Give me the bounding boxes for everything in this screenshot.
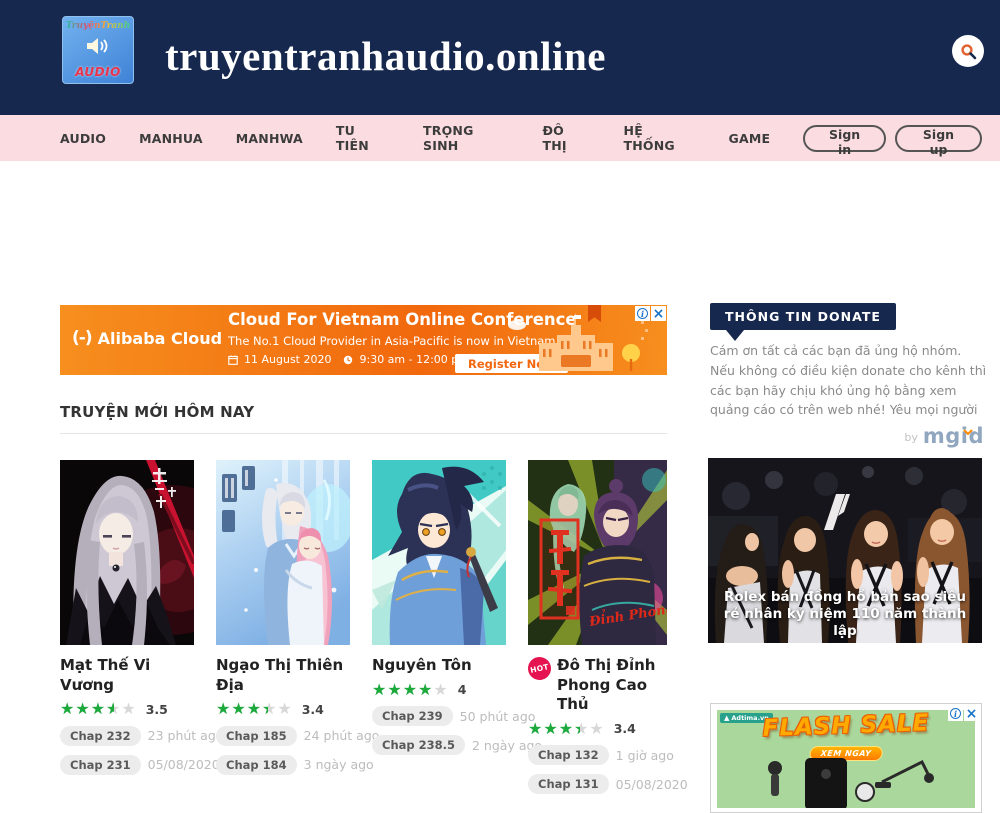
nav-item-audio[interactable]: AUDIO — [60, 131, 106, 146]
auth-buttons: Sign in Sign up — [803, 125, 982, 152]
comic-rating: ★★★★★★★★★★ 3.4 — [216, 701, 350, 717]
flash-ad-controls: i × — [948, 706, 979, 721]
rating-value: 3.5 — [146, 702, 168, 717]
comic-card: Mạt Thế Vi Vương ★★★★★★★★★★ 3.5 Chap 232… — [60, 460, 194, 775]
speaker-icon — [86, 37, 110, 59]
donate-text: Cám ơn tất cả các bạn đã ủng hộ nhóm. Nế… — [710, 341, 988, 420]
site-header: TruyệnTranh AUDIO truyentranhaudio.onlin… — [0, 0, 1000, 115]
comic-rating: ★★★★★★★★★★ 3.5 — [60, 701, 194, 717]
chapter-row: Chap 238.5 2 ngày ago — [372, 735, 506, 756]
rating-value: 4 — [458, 682, 467, 697]
alibaba-brackets-icon: (-) — [72, 328, 92, 348]
comic-title[interactable]: Mạt Thế Vi Vương — [60, 656, 194, 695]
star-rating-icon: ★★★★★★★★★★ — [528, 721, 605, 737]
nav-item-do-thi[interactable]: ĐÔ THỊ — [542, 123, 590, 153]
chapter-link[interactable]: Chap 239 — [372, 706, 453, 726]
comic-card: Nguyên Tôn ★★★★★★★★★★ 4 Chap 239 50 phút… — [372, 460, 506, 756]
comic-cover-do-thi-dinh-phong-cao-thu[interactable]: Đỉnh Phong Cao Thủ — [528, 460, 667, 645]
flash-sale-ad[interactable]: ▲ Adtima.vn FLASH SALE XEM NGAY i × — [710, 703, 982, 813]
comic-title[interactable]: Ngạo Thị Thiên Địa — [216, 656, 350, 695]
chapter-row: Chap 185 24 phút ago — [216, 725, 350, 746]
site-title[interactable]: truyentranhaudio.online — [165, 0, 606, 115]
donate-section-title: THÔNG TIN DONATE — [710, 303, 896, 330]
flash-products-illustration — [717, 752, 975, 808]
section-divider — [60, 433, 667, 434]
calendar-icon — [228, 355, 238, 365]
comic-cover-nguyen-ton[interactable] — [372, 460, 506, 645]
search-button[interactable] — [952, 35, 984, 67]
ad-close-icon[interactable]: × — [651, 306, 666, 321]
native-ad-caption: Rolex bán đồng hồ bản sao siêu rẻ nhân k… — [708, 589, 982, 640]
chapter-time: 50 phút ago — [460, 709, 536, 724]
mgid-by-label: by — [904, 431, 918, 444]
star-rating-icon: ★★★★★★★★★★ — [60, 701, 137, 717]
chapter-row: Chap 232 23 phút ago — [60, 725, 194, 746]
chapter-row: Chap 132 1 giờ ago — [528, 745, 667, 766]
flash-ad-creative: ▲ Adtima.vn FLASH SALE XEM NGAY — [717, 710, 975, 808]
mgid-attribution[interactable]: bymgid — [710, 424, 984, 448]
comic-cover-mat-the-vi-vuong[interactable] — [60, 460, 194, 645]
rating-value: 3.4 — [614, 721, 636, 736]
section-title-new-today: TRUYỆN MỚI HÔM NAY — [60, 403, 254, 421]
nav-item-trong-sinh[interactable]: TRỌNG SINH — [423, 123, 509, 153]
chapter-row: Chap 184 3 ngày ago — [216, 754, 350, 775]
nav-item-game[interactable]: GAME — [729, 131, 771, 146]
chapter-row: Chap 239 50 phút ago — [372, 706, 506, 727]
chapter-link[interactable]: Chap 231 — [60, 755, 141, 775]
banner-buildings-illustration — [499, 313, 649, 375]
comic-card: Đỉnh Phong Cao Thủ HOT Đô Thị Đỉnh Phong… — [528, 460, 667, 795]
chapter-time: 24 phút ago — [304, 728, 380, 743]
chapter-time: 23 phút ago — [148, 728, 224, 743]
nav-item-tu-tien[interactable]: TU TIÊN — [336, 123, 390, 153]
chapter-link[interactable]: Chap 185 — [216, 726, 297, 746]
chapter-time: 3 ngày ago — [304, 757, 374, 772]
comic-cover-ngao-thi-thien-dia[interactable] — [216, 460, 350, 645]
comic-card: Ngạo Thị Thiên Địa ★★★★★★★★★★ 3.4 Chap 1… — [216, 460, 350, 775]
mgid-logo: mgid — [923, 424, 984, 448]
star-rating-icon: ★★★★★★★★★★ — [372, 682, 449, 698]
chapter-link[interactable]: Chap 184 — [216, 755, 297, 775]
main-nav: AUDIO MANHUA MANHWA TU TIÊN TRỌNG SINH Đ… — [0, 115, 1000, 161]
site-logo[interactable]: TruyệnTranh AUDIO — [62, 16, 134, 84]
alibaba-cloud-logo: (-) Alibaba Cloud — [72, 328, 222, 348]
alibaba-banner-ad[interactable]: (-) Alibaba Cloud Cloud For Vietnam Onli… — [60, 305, 667, 375]
hot-badge: HOT — [526, 655, 553, 682]
chapter-link[interactable]: Chap 232 — [60, 726, 141, 746]
chapter-link[interactable]: Chap 132 — [528, 745, 609, 765]
logo-audio-text: AUDIO — [75, 65, 121, 79]
ad-info-icon[interactable]: i — [948, 706, 963, 721]
nav-item-he-thong[interactable]: HỆ THỐNG — [624, 123, 696, 153]
rating-value: 3.4 — [302, 702, 324, 717]
chapter-row: Chap 231 05/08/2020 — [60, 754, 194, 775]
sign-up-button[interactable]: Sign up — [895, 125, 982, 152]
logo-script-text: TruyệnTranh — [66, 21, 131, 31]
chapter-link[interactable]: Chap 131 — [528, 774, 609, 794]
rolex-native-ad[interactable]: Rolex bán đồng hồ bản sao siêu rẻ nhân k… — [708, 458, 982, 643]
chapter-link[interactable]: Chap 238.5 — [372, 735, 465, 755]
banner-ad-controls: i × — [635, 306, 666, 321]
chapter-time: 05/08/2020 — [616, 777, 688, 792]
comic-rating: ★★★★★★★★★★ 4 — [372, 682, 506, 698]
chapter-time: 05/08/2020 — [148, 757, 220, 772]
chapter-time: 1 giờ ago — [616, 748, 674, 763]
sign-in-button[interactable]: Sign in — [803, 125, 886, 152]
nav-item-manhua[interactable]: MANHUA — [139, 131, 203, 146]
mgid-caron-icon — [963, 420, 973, 426]
banner-date: 11 August 2020 — [244, 353, 331, 366]
nav-item-manhwa[interactable]: MANHWA — [236, 131, 303, 146]
comic-title[interactable]: Đô Thị Đỉnh Phong Cao Thủ — [557, 656, 667, 715]
clock-icon — [343, 355, 353, 365]
star-rating-icon: ★★★★★★★★★★ — [216, 701, 293, 717]
ad-info-icon[interactable]: i — [635, 306, 650, 321]
comic-rating: ★★★★★★★★★★ 3.4 — [528, 721, 667, 737]
search-icon — [960, 43, 977, 60]
alibaba-brand-text: Alibaba Cloud — [98, 329, 222, 348]
chapter-row: Chap 131 05/08/2020 — [528, 774, 667, 795]
ad-close-icon[interactable]: × — [964, 706, 979, 721]
comic-title[interactable]: Nguyên Tôn — [372, 656, 506, 676]
